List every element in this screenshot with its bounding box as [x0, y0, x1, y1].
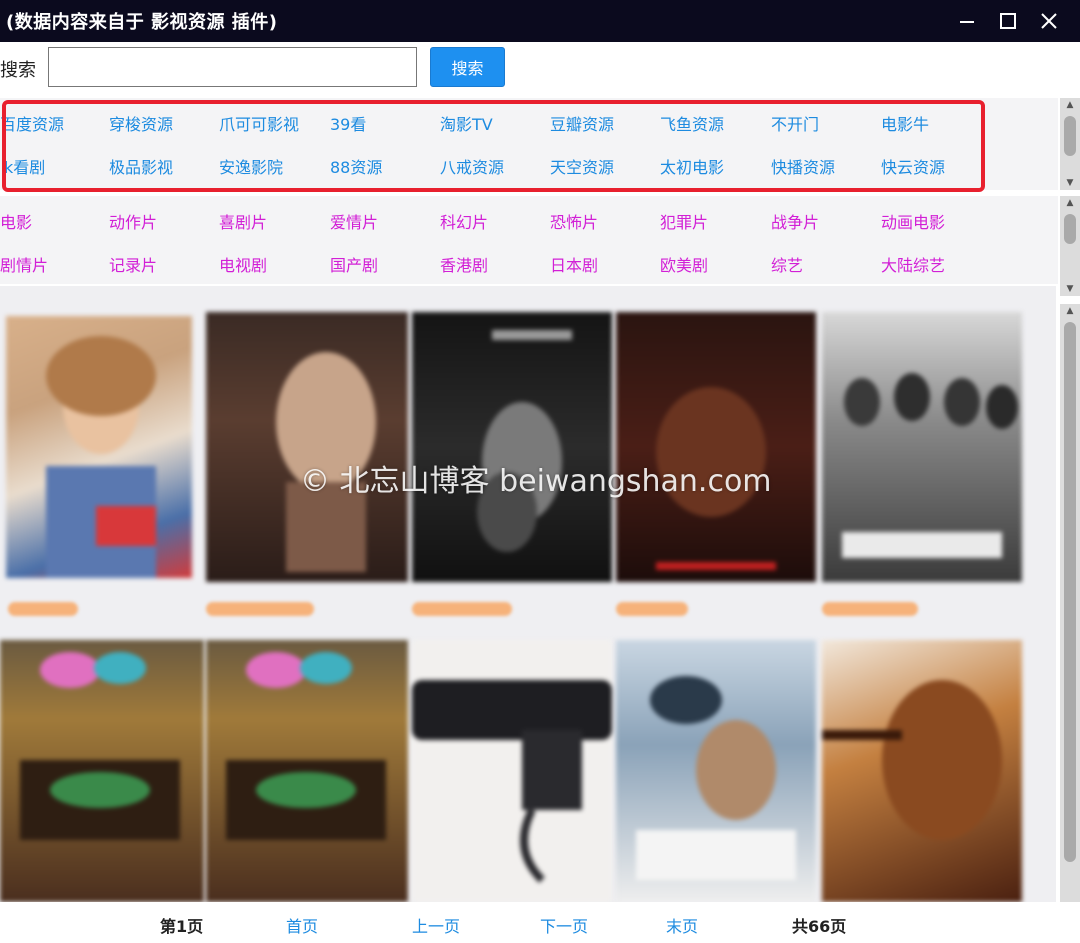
source-panel: 百度资源 穿梭资源 爪可可影视 39看 淘影TV 豆瓣资源 飞鱼资源 不开门 电… — [0, 98, 1058, 190]
source-link[interactable]: 穿梭资源 — [109, 111, 173, 135]
source-link[interactable]: k看剧 — [4, 154, 45, 178]
maximize-button[interactable] — [991, 6, 1025, 36]
source-link[interactable]: 不开门 — [771, 111, 819, 135]
category-link[interactable]: 犯罪片 — [660, 209, 708, 233]
movie-poster[interactable] — [206, 640, 408, 902]
gallery-scrollbar[interactable]: ▲ — [1060, 304, 1080, 902]
pagination-bar: 第1页 首页 上一页 下一页 末页 共66页 — [0, 902, 1080, 943]
first-page-link[interactable]: 首页 — [286, 913, 318, 937]
movie-title-placeholder — [206, 602, 314, 616]
category-link[interactable]: 香港剧 — [440, 252, 488, 276]
category-link[interactable]: 剧情片 — [0, 252, 48, 276]
source-link[interactable]: 电影牛 — [881, 111, 929, 135]
movie-poster[interactable] — [6, 316, 192, 578]
source-link[interactable]: 快云资源 — [881, 154, 945, 178]
source-link[interactable]: 淘影TV — [440, 111, 493, 135]
current-page-label: 第1页 — [160, 917, 204, 936]
search-input[interactable] — [48, 47, 417, 87]
movie-poster[interactable] — [412, 640, 612, 902]
poster-gallery — [0, 286, 1056, 902]
search-label: 搜索 — [0, 60, 36, 81]
movie-poster[interactable] — [206, 312, 408, 582]
scroll-down-icon[interactable]: ▼ — [1060, 282, 1080, 296]
source-scrollbar[interactable]: ▲ ▼ — [1060, 98, 1080, 190]
movie-poster[interactable] — [822, 312, 1022, 582]
total-pages-label: 共66页 — [792, 917, 847, 936]
category-link[interactable]: 国产剧 — [330, 252, 378, 276]
movie-title-placeholder — [412, 602, 512, 616]
movie-title-placeholder — [8, 602, 78, 616]
watermark-text: © 北忘山博客 beiwangshan.com — [300, 464, 772, 499]
category-link[interactable]: 动画电影 — [881, 209, 945, 233]
source-link[interactable]: 88资源 — [330, 154, 382, 178]
movie-poster[interactable] — [412, 312, 612, 582]
category-link[interactable]: 电影 — [0, 209, 32, 233]
prev-page-link[interactable]: 上一页 — [412, 913, 460, 937]
category-link[interactable]: 科幻片 — [440, 209, 488, 233]
category-link[interactable]: 电视剧 — [219, 252, 267, 276]
scroll-thumb[interactable] — [1064, 214, 1076, 244]
window-title: (数据内容来自于 影视资源 插件) — [6, 12, 278, 33]
next-page-link[interactable]: 下一页 — [540, 913, 588, 937]
source-link[interactable]: 太初电影 — [660, 154, 724, 178]
movie-poster[interactable] — [616, 640, 816, 902]
last-page-link[interactable]: 末页 — [666, 913, 698, 937]
category-panel: 电影 动作片 喜剧片 爱情片 科幻片 恐怖片 犯罪片 战争片 动画电影 剧情片 … — [0, 196, 1058, 284]
close-icon — [1041, 13, 1057, 29]
scroll-up-icon[interactable]: ▲ — [1060, 196, 1080, 210]
category-link[interactable]: 动作片 — [109, 209, 157, 233]
category-link[interactable]: 大陆综艺 — [881, 252, 945, 276]
source-link[interactable]: 百度资源 — [0, 111, 64, 135]
category-link[interactable]: 日本剧 — [550, 252, 598, 276]
source-link[interactable]: 安逸影院 — [219, 154, 283, 178]
category-link[interactable]: 喜剧片 — [219, 209, 267, 233]
movie-title-placeholder — [616, 602, 688, 616]
category-link[interactable]: 恐怖片 — [550, 209, 598, 233]
scroll-thumb[interactable] — [1064, 116, 1076, 156]
window-titlebar: (数据内容来自于 影视资源 插件) — [0, 0, 1080, 42]
source-link[interactable]: 快播资源 — [771, 154, 835, 178]
search-bar: 搜索 搜索 — [0, 42, 1080, 98]
category-link[interactable]: 战争片 — [771, 209, 819, 233]
movie-poster[interactable] — [0, 640, 204, 902]
minimize-button[interactable] — [950, 6, 984, 36]
category-link[interactable]: 记录片 — [109, 252, 157, 276]
category-scrollbar[interactable]: ▲ ▼ — [1060, 196, 1080, 296]
category-link[interactable]: 欧美剧 — [660, 252, 708, 276]
search-button[interactable]: 搜索 — [430, 47, 505, 87]
minimize-icon — [960, 21, 974, 23]
scroll-down-icon[interactable]: ▼ — [1060, 176, 1080, 190]
maximize-icon — [1000, 13, 1016, 29]
close-button[interactable] — [1032, 6, 1066, 36]
source-link[interactable]: 八戒资源 — [440, 154, 504, 178]
source-link[interactable]: 极品影视 — [109, 154, 173, 178]
movie-poster[interactable] — [616, 312, 816, 582]
category-link[interactable]: 爱情片 — [330, 209, 378, 233]
source-link[interactable]: 天空资源 — [550, 154, 614, 178]
source-link[interactable]: 39看 — [330, 111, 366, 135]
source-link[interactable]: 豆瓣资源 — [550, 111, 614, 135]
source-link[interactable]: 爪可可影视 — [219, 111, 299, 135]
scroll-up-icon[interactable]: ▲ — [1060, 304, 1080, 318]
category-link[interactable]: 综艺 — [771, 252, 803, 276]
scroll-up-icon[interactable]: ▲ — [1060, 98, 1080, 112]
movie-title-placeholder — [822, 602, 918, 616]
movie-poster[interactable] — [822, 640, 1022, 902]
source-link[interactable]: 飞鱼资源 — [660, 111, 724, 135]
scroll-thumb[interactable] — [1064, 322, 1076, 862]
